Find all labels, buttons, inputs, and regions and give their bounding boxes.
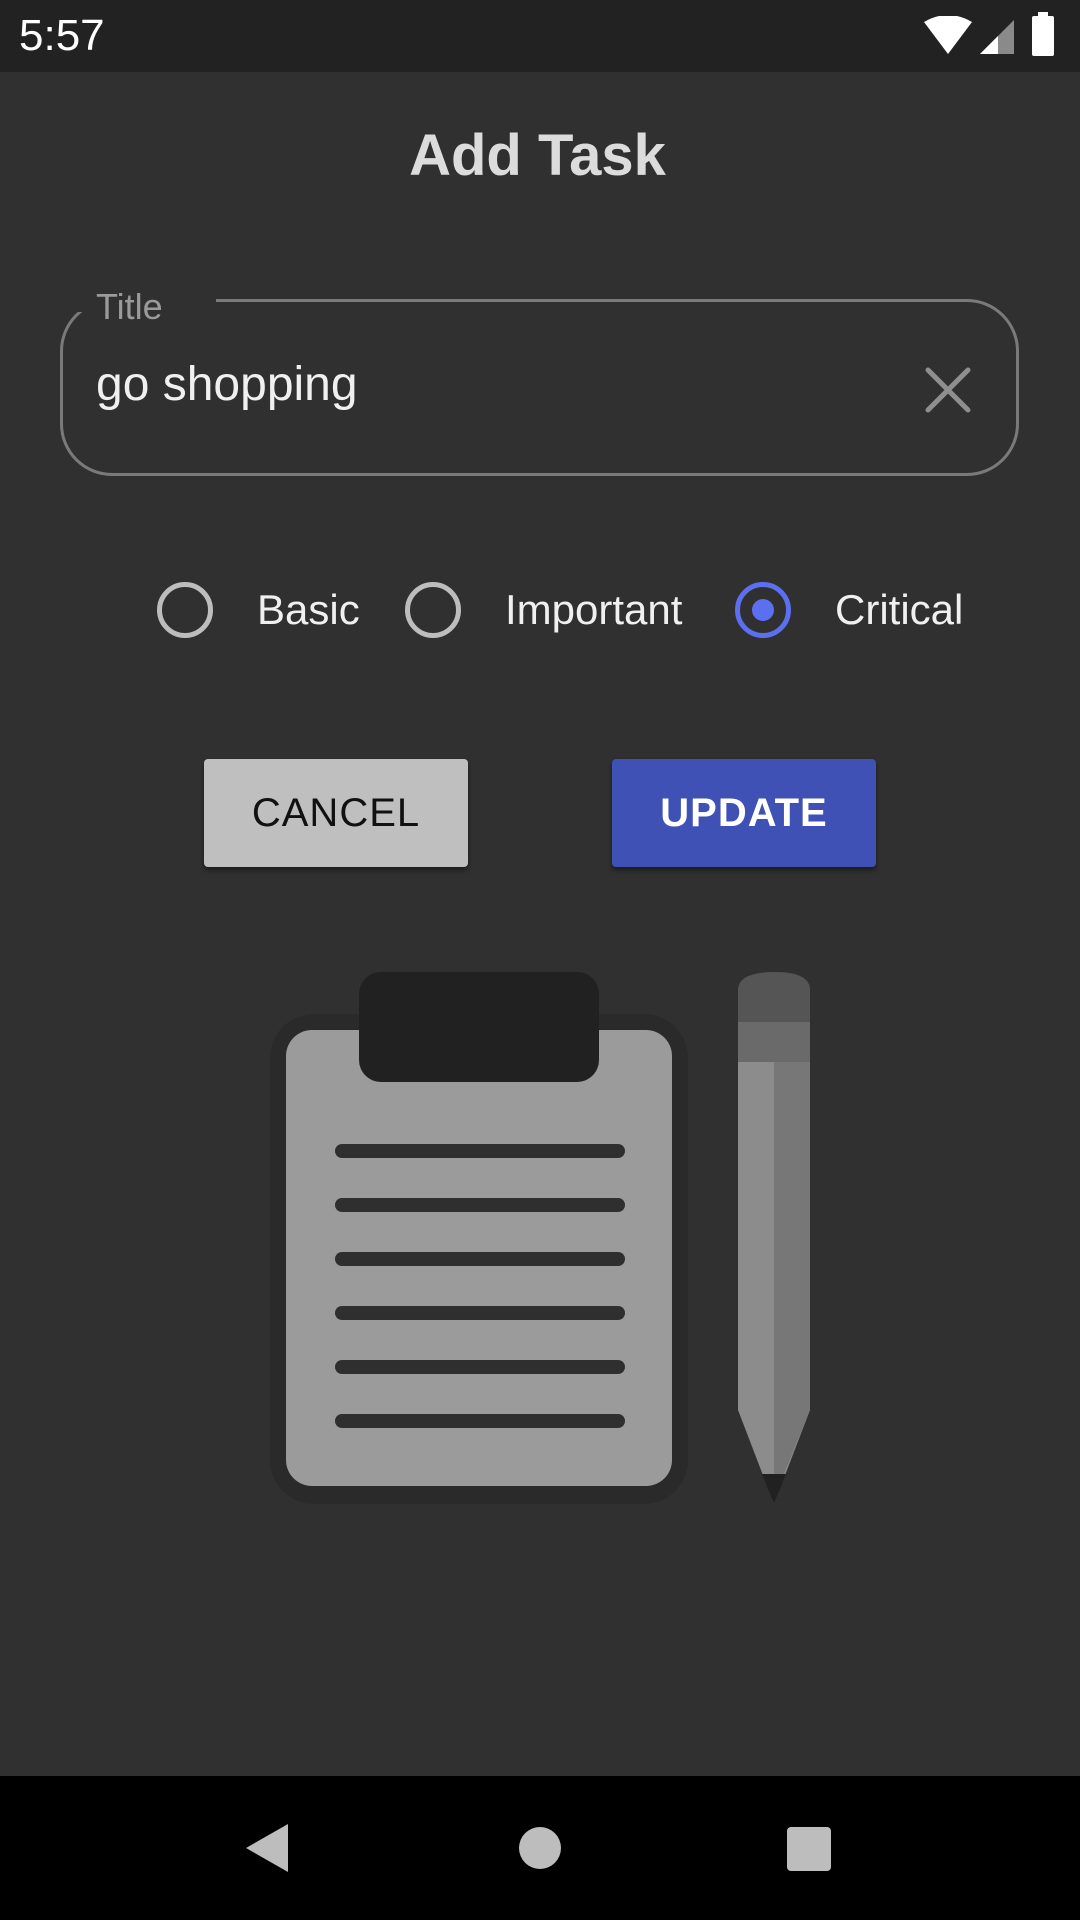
radio-important[interactable]: Important xyxy=(405,570,695,650)
recents-icon[interactable] xyxy=(786,1826,832,1872)
title-field-label: Title xyxy=(96,286,163,327)
navigation-bar xyxy=(0,1776,1080,1920)
cancel-button[interactable]: CANCEL xyxy=(204,759,468,867)
clear-text-button[interactable] xyxy=(916,358,980,422)
priority-radio-group: Basic Important Critical xyxy=(0,570,1080,650)
page-title: Add Task xyxy=(409,123,666,188)
status-time: 5:57 xyxy=(19,11,105,60)
radio-label-important[interactable]: Important xyxy=(505,586,682,634)
radio-button-unchecked[interactable] xyxy=(157,582,213,638)
radio-selected-dot xyxy=(752,599,774,621)
update-button[interactable]: UPDATE xyxy=(612,759,876,867)
close-icon xyxy=(925,367,971,413)
home-icon[interactable] xyxy=(518,1826,562,1870)
status-bar: 5:57 xyxy=(0,0,1080,72)
title-input[interactable] xyxy=(96,357,896,412)
radio-label-basic[interactable]: Basic xyxy=(257,586,360,634)
clipboard-icon xyxy=(270,972,688,1504)
pencil-icon xyxy=(738,972,810,1504)
status-icons xyxy=(900,0,1080,72)
radio-critical[interactable]: Critical xyxy=(735,570,975,650)
cell-signal-icon xyxy=(980,20,1014,54)
wifi-icon xyxy=(924,16,972,54)
task-illustration xyxy=(270,972,810,1504)
battery-icon xyxy=(1032,12,1054,56)
radio-button-checked[interactable] xyxy=(735,582,791,638)
radio-label-critical[interactable]: Critical xyxy=(835,586,963,634)
back-icon[interactable] xyxy=(244,1822,290,1874)
radio-basic[interactable]: Basic xyxy=(157,570,372,650)
radio-button-unchecked[interactable] xyxy=(405,582,461,638)
